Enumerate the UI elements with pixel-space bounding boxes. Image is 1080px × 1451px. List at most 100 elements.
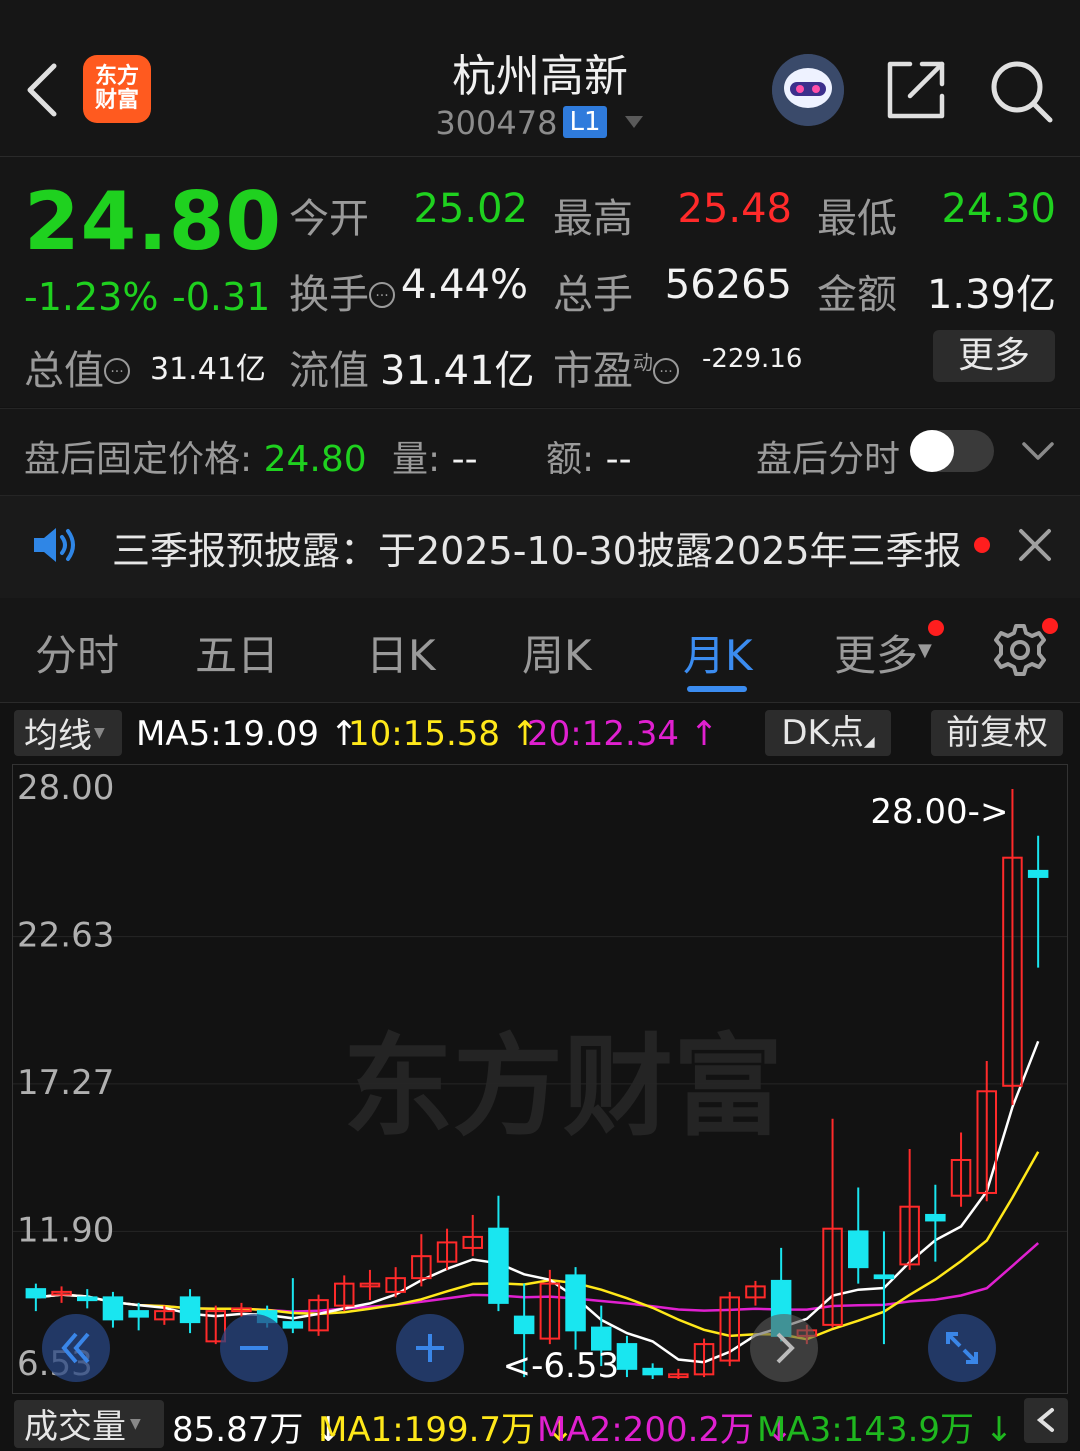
announcement-text[interactable]: 三季报预披露：于2025-10-30披露2025年三季报 — [112, 520, 962, 575]
adjust-mode-button[interactable]: 前复权 — [931, 710, 1063, 756]
pe-value: -229.16 — [702, 344, 803, 374]
after-hours-price-value: 24.80 — [263, 439, 367, 480]
high-value: 25.48 — [677, 186, 792, 232]
vol-ma3-text: MA3:143.9万 — [757, 1410, 975, 1450]
y-tick-label: 28.00 — [17, 768, 114, 808]
low-value: 24.30 — [941, 186, 1056, 232]
tab-timeshare[interactable]: 分时 — [35, 622, 119, 683]
mktcap-label-text: 总值 — [24, 348, 104, 394]
low-label: 最低 — [817, 196, 897, 242]
after-hours-price-label: 盘后固定价格: — [24, 439, 253, 480]
pe-super: 动 — [633, 350, 653, 375]
volume-label: 总手 — [553, 272, 633, 318]
zoom-out-button[interactable] — [220, 1314, 288, 1382]
candle-body — [25, 1288, 47, 1299]
volume-value: 56265 — [664, 262, 792, 308]
candle-body — [488, 1227, 509, 1304]
max-price-marker: 28.00-> — [870, 792, 1008, 832]
kline-chart[interactable]: 东方财富 28.0022.6317.2711.906.5328.00-><-6.… — [12, 764, 1068, 1394]
y-tick-label: 17.27 — [17, 1063, 114, 1103]
chevron-down-icon[interactable] — [1020, 436, 1056, 466]
info-icon[interactable]: ··· — [104, 358, 130, 384]
info-icon[interactable]: ··· — [369, 282, 395, 308]
stock-name: 杭州高新 — [452, 51, 628, 102]
min-price-marker: <-6.53 — [503, 1346, 619, 1386]
gear-icon[interactable] — [992, 622, 1048, 678]
open-value: 25.02 — [413, 186, 528, 232]
high-label: 最高 — [553, 196, 633, 242]
robot-avatar-icon[interactable] — [772, 54, 844, 126]
tab-daily-k[interactable]: 日K — [366, 622, 436, 683]
level-badge: L1 — [563, 106, 607, 138]
turnover-value: 4.44% — [400, 262, 528, 308]
ma5-label: MA5:19.09 ↑ — [136, 714, 358, 754]
sub-indicator-selector[interactable]: 成交量 ▼ — [14, 1400, 164, 1448]
chevron-down-icon[interactable] — [623, 114, 645, 130]
ah-vol-label: 量: — [392, 439, 441, 480]
toggle-knob[interactable] — [910, 430, 954, 472]
ma5-text: MA5:19.09 — [136, 714, 320, 754]
unread-dot — [928, 620, 944, 636]
candle-body — [847, 1230, 869, 1269]
back-icon[interactable] — [22, 62, 60, 118]
fullscreen-button[interactable] — [928, 1314, 996, 1382]
sub-indicator-label: 成交量 — [24, 1407, 126, 1447]
vol-text: 85.87万 — [172, 1410, 304, 1450]
ma20-label: 20:12.34 ↑ — [527, 714, 718, 754]
ah-amt-value: -- — [605, 439, 632, 480]
search-icon[interactable] — [988, 58, 1054, 124]
ah-vol-value: -- — [451, 439, 478, 480]
pe-label[interactable]: 市盈动 ··· — [553, 338, 679, 396]
app-logo[interactable]: 东方 财富 — [83, 55, 151, 123]
stock-code-row[interactable]: 300478 L1 — [340, 104, 740, 142]
float-label: 流值 — [289, 348, 369, 394]
dk-point-button[interactable]: DK点◢ — [765, 710, 891, 756]
vol-ma3: MA3:143.9万 ↓ — [757, 1402, 1013, 1451]
tab-weekly-k[interactable]: 周K — [522, 622, 592, 683]
vol-ma2: MA2:200.2万 ↓ — [537, 1402, 793, 1451]
after-hours-amount: 额: -- — [546, 430, 632, 482]
tab-more[interactable]: 更多▼ — [834, 622, 932, 683]
y-tick-label: 11.90 — [17, 1210, 114, 1250]
candle-body — [513, 1315, 535, 1335]
amount-value: 1.39亿 — [926, 272, 1056, 318]
candle-body — [616, 1343, 638, 1370]
scroll-left-button[interactable] — [42, 1314, 110, 1382]
indicator-selector[interactable]: 均线 ▼ — [14, 710, 122, 756]
tab-more-label: 更多 — [834, 631, 919, 680]
zoom-in-button[interactable] — [396, 1314, 464, 1382]
vol-ma1: MA1:199.7万 ↓ — [318, 1402, 574, 1451]
unread-dot — [1042, 618, 1058, 634]
logo-text-line2: 财富 — [94, 88, 139, 113]
candle-body — [925, 1213, 946, 1222]
share-icon[interactable] — [884, 58, 948, 122]
kline-chart-svg[interactable]: 东方财富 28.0022.6317.2711.906.5328.00-><-6.… — [13, 765, 1067, 1393]
close-icon[interactable] — [1018, 528, 1052, 562]
caret-down-icon: ▼ — [94, 725, 105, 741]
tab-five-day[interactable]: 五日 — [195, 622, 279, 683]
tab-monthly-k[interactable]: 月K — [683, 622, 753, 683]
collapse-panel-button[interactable] — [1024, 1398, 1068, 1443]
speaker-icon — [32, 525, 80, 565]
candle-body — [642, 1367, 663, 1376]
more-button[interactable]: 更多 — [933, 330, 1055, 382]
y-tick-label: 22.63 — [17, 916, 114, 956]
ah-amt-label: 额: — [546, 439, 595, 480]
scroll-right-button[interactable] — [750, 1314, 818, 1382]
mktcap-value: 31.41亿 — [150, 352, 266, 387]
ma10-label: 10:15.58 ↑ — [348, 714, 539, 754]
active-tab-indicator — [687, 686, 747, 692]
turnover-label-text: 换手 — [289, 272, 369, 318]
arrow-down-icon: ↓ — [974, 1410, 1014, 1450]
ma10-text: 10:15.58 — [348, 714, 501, 754]
candle-body — [76, 1296, 98, 1302]
ma20-text: 20:12.34 — [527, 714, 680, 754]
info-icon[interactable]: ··· — [653, 358, 679, 384]
change-value: -0.31 — [172, 275, 271, 319]
logo-text-line1: 东方 — [94, 64, 139, 89]
indicator-selector-label: 均线 — [24, 716, 92, 756]
pe-label-text: 市盈 — [553, 348, 633, 394]
change-percent: -1.23% — [24, 275, 159, 319]
mktcap-label[interactable]: 总值 ··· — [24, 338, 130, 396]
turnover-label[interactable]: 换手 ··· — [289, 262, 395, 320]
